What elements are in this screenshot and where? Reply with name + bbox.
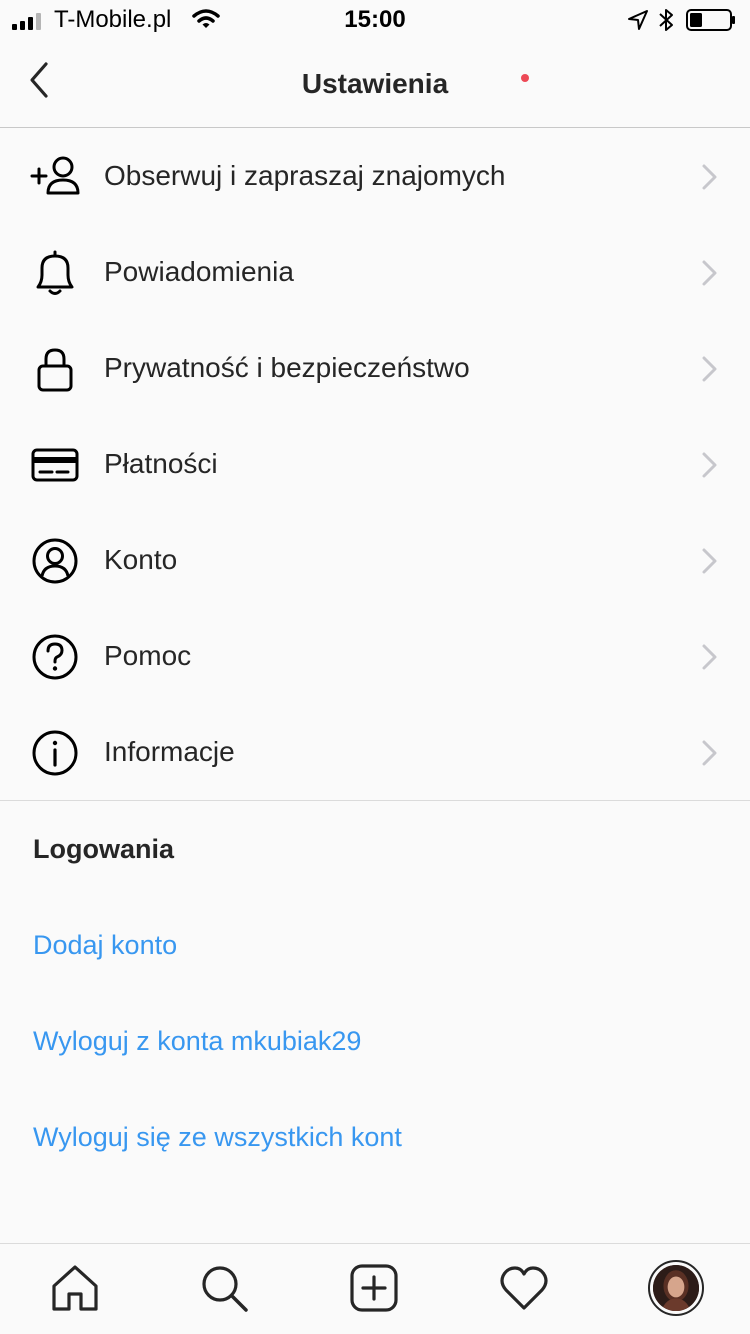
navigation-bar: Ustawienia [0, 40, 750, 128]
credit-card-icon [31, 448, 79, 482]
info-circle-icon [32, 730, 78, 776]
chevron-right-icon [702, 740, 717, 766]
menu-item-help[interactable]: Pomoc [0, 609, 750, 705]
add-post-icon[interactable] [348, 1262, 400, 1314]
menu-item-label: Informacje [104, 736, 235, 767]
chevron-right-icon [702, 452, 717, 478]
profile-avatar[interactable] [648, 1260, 704, 1316]
bell-icon [36, 250, 74, 295]
home-icon[interactable] [49, 1262, 101, 1314]
menu-item-label: Obserwuj i zapraszaj znajomych [104, 160, 506, 191]
menu-item-label: Prywatność i bezpieczeństwo [104, 352, 470, 383]
lock-icon [37, 348, 73, 392]
section-divider [0, 800, 750, 801]
menu-item-account[interactable]: Konto [0, 513, 750, 609]
avatar-photo [653, 1265, 699, 1311]
menu-item-label: Pomoc [104, 640, 192, 671]
menu-item-label: Konto [104, 544, 178, 575]
chevron-right-icon [702, 164, 717, 190]
menu-item-label: Płatności [104, 448, 218, 479]
settings-menu: Obserwuj i zapraszaj znajomych Powiadomi… [0, 129, 750, 801]
logins-section-title: Logowania [33, 834, 174, 864]
menu-item-about[interactable]: Informacje [0, 705, 750, 801]
bottom-tab-bar [0, 1243, 750, 1334]
chevron-right-icon [702, 356, 717, 382]
menu-item-notifications[interactable]: Powiadomienia [0, 225, 750, 321]
chevron-right-icon [702, 644, 717, 670]
chevron-right-icon [702, 548, 717, 574]
bluetooth-icon [659, 9, 673, 31]
add-person-icon [30, 156, 80, 195]
activity-notification-dot [521, 74, 529, 82]
avatar-ring [648, 1260, 704, 1316]
menu-item-label: Powiadomienia [104, 256, 294, 287]
chevron-right-icon [702, 260, 717, 286]
heart-icon[interactable] [498, 1262, 550, 1314]
logout-all-accounts-link[interactable]: Wyloguj się ze wszystkich kont [33, 1122, 402, 1153]
help-circle-icon [32, 634, 78, 680]
search-icon[interactable] [198, 1262, 250, 1314]
add-account-link[interactable]: Dodaj konto [33, 930, 177, 961]
account-circle-icon [32, 538, 78, 584]
settings-screen: T-Mobile.pl 15:00 Ustawienia Obserwuj i … [0, 0, 750, 1334]
battery-icon [686, 9, 735, 31]
menu-item-follow-invite[interactable]: Obserwuj i zapraszaj znajomych [0, 129, 750, 225]
menu-item-privacy-security[interactable]: Prywatność i bezpieczeństwo [0, 321, 750, 417]
logout-account-link[interactable]: Wyloguj z konta mkubiak29 [33, 1026, 361, 1057]
menu-item-payments[interactable]: Płatności [0, 417, 750, 513]
page-title: Ustawienia [301, 68, 449, 99]
location-arrow-icon [628, 10, 648, 30]
status-bar: T-Mobile.pl 15:00 [0, 0, 750, 40]
